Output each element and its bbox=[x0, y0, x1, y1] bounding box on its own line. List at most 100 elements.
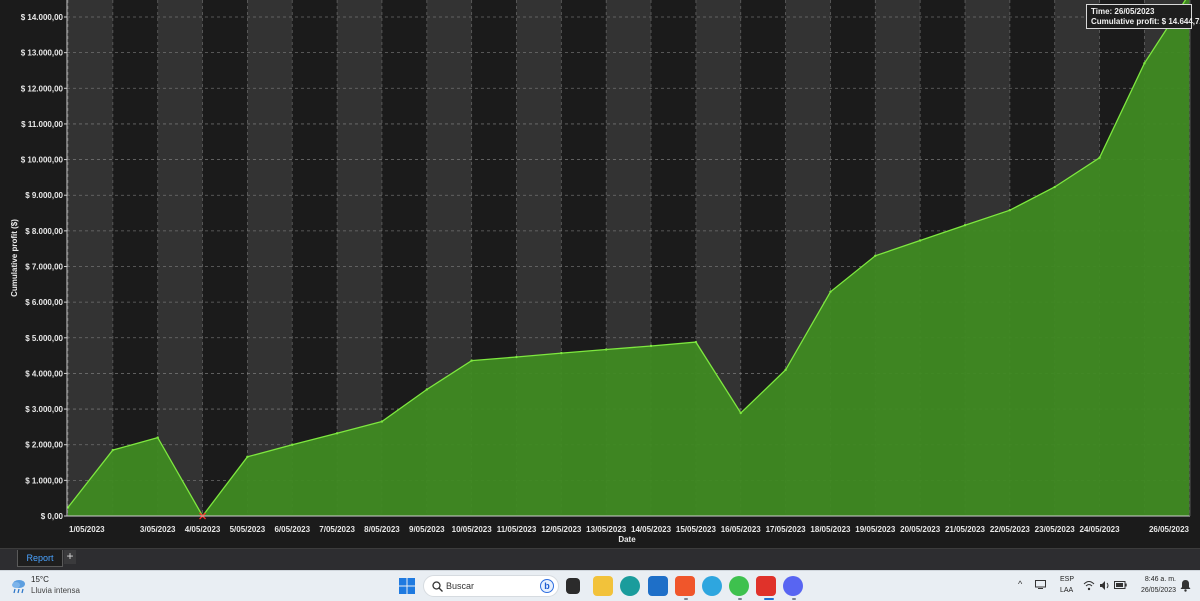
data-point[interactable] bbox=[829, 290, 832, 294]
x-tick-label: 13/05/2023 bbox=[586, 525, 627, 534]
ninjatrader-icon[interactable] bbox=[756, 576, 776, 596]
mail-icon[interactable] bbox=[648, 576, 668, 596]
y-tick-label: $ 13.000,00 bbox=[21, 49, 64, 58]
display-icon[interactable] bbox=[1035, 580, 1046, 589]
tab-strip: Report + bbox=[0, 548, 1200, 571]
y-axis-title: Cumulative profit ($) bbox=[10, 219, 19, 297]
x-tick-label: 26/05/2023 bbox=[1149, 525, 1190, 534]
y-tick-label: $ 3.000,00 bbox=[25, 405, 63, 414]
data-point[interactable] bbox=[1143, 62, 1146, 65]
x-tick-label: 3/05/2023 bbox=[140, 525, 176, 534]
x-tick-label: 10/05/2023 bbox=[452, 525, 493, 534]
data-point[interactable] bbox=[1098, 156, 1101, 159]
data-point[interactable] bbox=[470, 359, 473, 362]
x-tick-label: 12/05/2023 bbox=[541, 525, 582, 534]
y-tick-label: $ 12.000,00 bbox=[21, 84, 64, 93]
y-tick-label: $ 9.000,00 bbox=[25, 191, 63, 200]
x-tick-label: 7/05/2023 bbox=[319, 525, 355, 534]
day-band bbox=[68, 0, 113, 516]
language-indicator[interactable]: ESP bbox=[1060, 576, 1074, 583]
chart-tooltip: Time: 26/05/2023 Cumulative profit: $ 14… bbox=[1086, 4, 1200, 29]
y-tick-label: $ 2.000,00 bbox=[25, 441, 63, 450]
x-tick-label: 11/05/2023 bbox=[497, 525, 537, 534]
discord-icon[interactable] bbox=[783, 576, 803, 596]
data-point[interactable] bbox=[605, 348, 608, 351]
tooltip-time: Time: 26/05/2023 bbox=[1091, 7, 1155, 16]
x-tick-label: 15/05/2023 bbox=[676, 525, 717, 534]
y-tick-label: $ 4.000,00 bbox=[25, 369, 63, 378]
x-tick-label: 9/05/2023 bbox=[409, 525, 445, 534]
brave-icon[interactable] bbox=[675, 576, 695, 596]
taskbar-search-box[interactable]: Buscar b bbox=[423, 575, 559, 597]
data-point[interactable] bbox=[739, 411, 742, 415]
y-tick-label: $ 10.000,00 bbox=[21, 156, 64, 165]
search-icon bbox=[432, 581, 443, 592]
data-point[interactable] bbox=[1053, 185, 1056, 189]
day-band bbox=[112, 0, 158, 516]
notification-bell-icon[interactable] bbox=[1180, 579, 1191, 592]
weather-description[interactable]: Lluvia intensa bbox=[31, 586, 80, 595]
data-point[interactable] bbox=[246, 455, 249, 459]
clock-time[interactable]: 8:46 a. m. bbox=[1136, 576, 1176, 583]
add-tab-button[interactable]: + bbox=[64, 550, 76, 564]
x-tick-label: 23/05/2023 bbox=[1035, 525, 1076, 534]
telegram-icon[interactable] bbox=[702, 576, 722, 596]
file-explorer-icon[interactable] bbox=[593, 576, 613, 596]
data-point[interactable] bbox=[963, 223, 967, 227]
data-point[interactable] bbox=[918, 239, 922, 242]
data-point[interactable] bbox=[335, 432, 339, 435]
y-tick-label: $ 8.000,00 bbox=[25, 227, 63, 236]
y-tick-label: $ 14.000,00 bbox=[21, 13, 64, 22]
wifi-icon[interactable] bbox=[1083, 580, 1095, 591]
tooltip-profit: Cumulative profit: $ 14.644,72 bbox=[1091, 17, 1200, 26]
search-placeholder: Buscar bbox=[446, 581, 475, 591]
task-view-icon[interactable] bbox=[566, 578, 580, 594]
chevron-up-icon[interactable]: ^ bbox=[1018, 579, 1026, 591]
windows-start-icon[interactable] bbox=[399, 578, 415, 594]
x-tick-label: 6/05/2023 bbox=[274, 525, 310, 534]
x-tick-label: 17/05/2023 bbox=[766, 525, 807, 534]
y-tick-label: $ 11.000,00 bbox=[21, 120, 63, 129]
data-point[interactable] bbox=[156, 436, 159, 439]
data-point[interactable] bbox=[784, 368, 787, 372]
y-tick-label: $ 7.000,00 bbox=[25, 263, 63, 272]
data-point[interactable] bbox=[291, 443, 294, 446]
bing-icon[interactable]: b bbox=[540, 579, 554, 593]
weather-temperature[interactable]: 15°C bbox=[31, 575, 49, 584]
x-tick-label: 20/05/2023 bbox=[900, 525, 941, 534]
battery-icon[interactable] bbox=[1114, 580, 1127, 590]
day-band bbox=[247, 0, 293, 516]
data-point[interactable] bbox=[649, 344, 653, 348]
whatsapp-icon[interactable] bbox=[729, 576, 749, 596]
day-band bbox=[157, 0, 203, 516]
keyboard-layout-indicator[interactable]: LAA bbox=[1060, 587, 1073, 594]
clock-date[interactable]: 26/05/2023 bbox=[1136, 587, 1176, 594]
x-tick-label: 4/05/2023 bbox=[185, 525, 221, 534]
x-tick-label: 19/05/2023 bbox=[855, 525, 896, 534]
x-tick-label: 8/05/2023 bbox=[364, 525, 400, 534]
y-tick-label: $ 1.000,00 bbox=[25, 476, 63, 485]
cumulative-profit-chart[interactable]: $ 0,00 $ 1.000,00 $ 2.000,00 $ 3.000,00 $ 4.… bbox=[0, 0, 1200, 548]
volume-icon[interactable] bbox=[1099, 580, 1111, 591]
x-tick-label: 16/05/2023 bbox=[721, 525, 762, 534]
tab-report[interactable]: Report bbox=[17, 550, 63, 567]
data-point[interactable] bbox=[694, 340, 698, 344]
rain-cloud-icon[interactable] bbox=[10, 577, 28, 595]
x-tick-label: 1/05/2023 bbox=[69, 525, 105, 534]
data-point[interactable] bbox=[874, 254, 877, 258]
day-band bbox=[202, 0, 248, 516]
edge-icon[interactable] bbox=[620, 576, 640, 596]
x-tick-label: 18/05/2023 bbox=[810, 525, 851, 534]
x-tick-label: 5/05/2023 bbox=[230, 525, 266, 534]
data-point[interactable] bbox=[1008, 208, 1012, 212]
data-point[interactable] bbox=[515, 355, 518, 359]
data-point[interactable] bbox=[425, 388, 428, 391]
y-tick-label: $ 0,00 bbox=[41, 512, 64, 521]
chart-panel[interactable]: $ 0,00 $ 1.000,00 $ 2.000,00 $ 3.000,00 $ 4.… bbox=[0, 0, 1200, 548]
data-point[interactable] bbox=[560, 351, 563, 355]
x-tick-label: 24/05/2023 bbox=[1080, 525, 1121, 534]
taskbar: 15°C Lluvia intensa Buscar b ^ ESP LAA 8… bbox=[0, 570, 1200, 601]
y-tick-label: $ 5.000,00 bbox=[25, 334, 63, 343]
data-point[interactable] bbox=[111, 448, 115, 452]
data-point[interactable] bbox=[380, 420, 384, 423]
